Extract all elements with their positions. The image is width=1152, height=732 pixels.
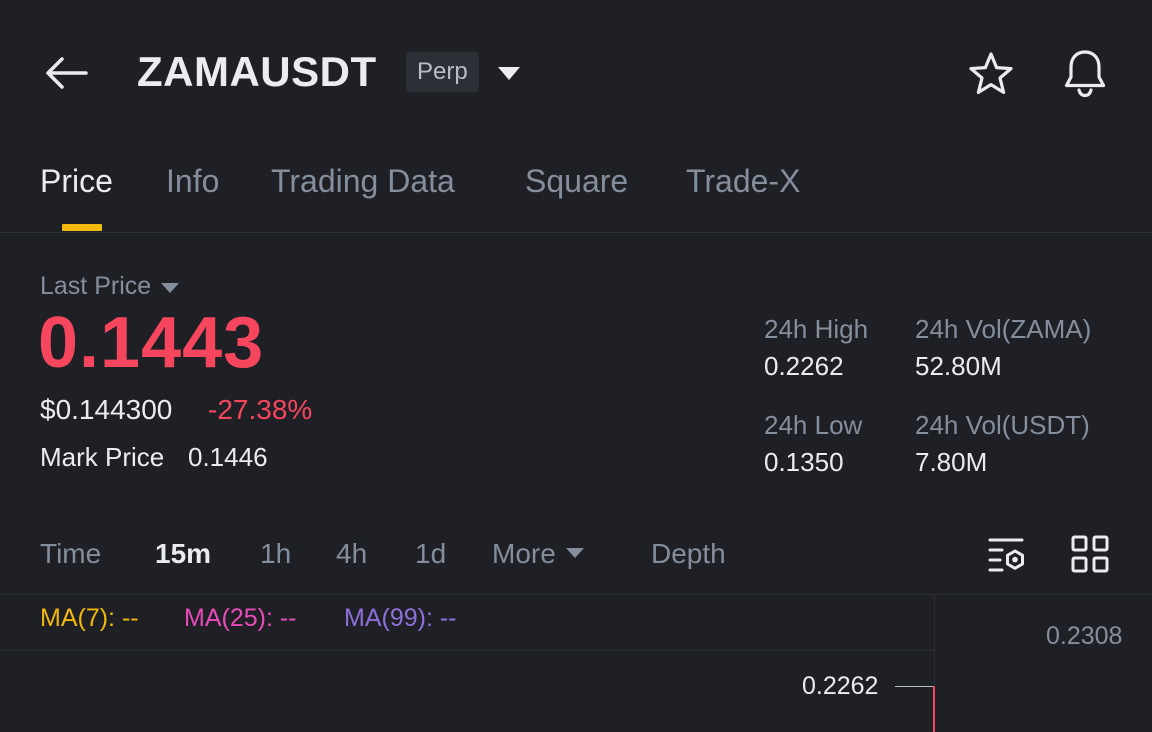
favorite-button[interactable]	[964, 48, 1018, 100]
interval-1h[interactable]: 1h	[260, 538, 291, 570]
high-24h-value: 0.2262	[764, 351, 844, 381]
tab-square[interactable]: Square	[525, 163, 628, 200]
price-axis-label: 0.2308	[1046, 622, 1123, 650]
interval-more[interactable]: More	[492, 538, 584, 570]
caret-down-icon	[161, 282, 180, 293]
vol-quote-24h-value: 7.80M	[915, 447, 988, 477]
chart-settings-button[interactable]	[986, 534, 1030, 576]
usd-price: $0.144300	[40, 394, 173, 425]
last-price-value: 0.1443	[38, 303, 265, 383]
interval-1d[interactable]: 1d	[415, 538, 446, 570]
active-tab-indicator	[62, 224, 102, 231]
low-24h-label: 24h Low	[764, 410, 863, 440]
high-price-marker: 0.2262	[802, 672, 879, 700]
tab-trade-x[interactable]: Trade-X	[686, 163, 800, 200]
tab-price[interactable]: Price	[40, 163, 113, 200]
mark-price-label: Mark Price	[40, 442, 165, 472]
low-24h-value: 0.1350	[764, 447, 844, 477]
interval-time[interactable]: Time	[40, 538, 101, 570]
interval-15m[interactable]: 15m	[155, 538, 211, 570]
price-change-percent: -27.38%	[208, 394, 313, 425]
symbol-title[interactable]: ZAMAUSDT	[137, 48, 377, 96]
vol-base-24h-label: 24h Vol(ZAMA)	[915, 314, 1092, 344]
high-24h-label: 24h High	[764, 314, 869, 344]
mark-price-value: 0.1446	[188, 442, 268, 472]
candle-wick	[933, 686, 935, 732]
tab-trading-data[interactable]: Trading Data	[271, 163, 455, 200]
back-arrow-icon	[46, 57, 88, 89]
grid-icon	[1071, 535, 1109, 573]
vol-quote-24h-label: 24h Vol(USDT)	[915, 410, 1090, 440]
star-icon	[969, 52, 1013, 94]
bell-icon	[1064, 50, 1106, 98]
high-marker-line	[895, 686, 935, 687]
layout-grid-button[interactable]	[1070, 534, 1110, 574]
ma99-indicator: MA(99): --	[344, 604, 457, 632]
interval-4h[interactable]: 4h	[336, 538, 367, 570]
divider	[0, 232, 1152, 233]
caret-down-icon	[565, 547, 584, 558]
depth-button[interactable]: Depth	[651, 538, 726, 570]
ma25-indicator: MA(25): --	[184, 604, 297, 632]
back-button[interactable]	[40, 50, 92, 96]
symbol-dropdown-button[interactable]	[496, 64, 522, 82]
alert-button[interactable]	[1058, 46, 1112, 100]
contract-type-badge: Perp	[406, 52, 479, 92]
last-price-selector[interactable]: Last Price	[40, 272, 180, 301]
tab-info[interactable]: Info	[166, 163, 219, 200]
interval-more-label: More	[492, 538, 556, 569]
chevron-down-icon	[498, 67, 520, 80]
divider	[0, 594, 1152, 595]
last-price-label: Last Price	[40, 272, 152, 300]
chart-settings-icon	[988, 538, 1024, 572]
ma7-indicator: MA(7): --	[40, 604, 139, 632]
chart-gridline	[0, 650, 934, 651]
vol-base-24h-value: 52.80M	[915, 351, 1002, 381]
